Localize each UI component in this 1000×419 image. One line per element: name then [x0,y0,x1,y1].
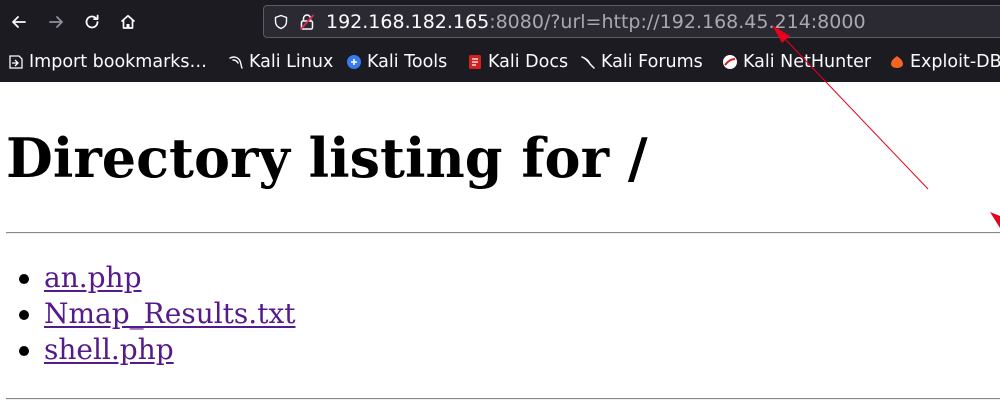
bookmark-kali-forums[interactable]: Kali Forums [580,51,703,73]
kali-dragon-icon [229,56,243,69]
browser-chrome: 192.168.182.165:8080/?url=http://192.168… [0,0,1000,82]
bookmark-kali-tools[interactable]: Kali Tools [346,51,447,73]
page-title: Directory listing for / [6,126,648,190]
back-button[interactable] [5,8,33,36]
bookmark-exploit-db[interactable]: Exploit-DB [889,51,1000,73]
file-link-shell-php[interactable]: shell.php [44,332,174,368]
page-content: Directory listing for / an.php Nmap_Resu… [0,82,1000,419]
bookmark-label: Exploit-DB [910,52,1000,72]
navigation-toolbar: 192.168.182.165:8080/?url=http://192.168… [0,0,1000,44]
arrow-left-icon [12,16,26,28]
home-icon [120,14,136,29]
bullet-icon [19,310,29,320]
bookmark-kali-docs[interactable]: Kali Docs [467,51,568,73]
kali-nethunter-icon [723,55,737,69]
shield-icon[interactable] [273,14,289,30]
bookmark-label: Kali Linux [249,52,334,72]
bullet-icon [19,274,29,284]
insecure-lock-icon[interactable] [299,13,315,31]
kali-tools-icon [347,55,361,69]
kali-forums-icon [581,56,595,69]
file-link-nmap-results[interactable]: Nmap_Results.txt [44,296,296,332]
bookmark-label: Kali NetHunter [743,52,872,72]
arrow-right-icon [49,16,63,28]
bookmark-kali-linux[interactable]: Kali Linux [228,51,333,73]
bottom-divider [6,398,1000,400]
url-host: 192.168.182.165 [326,11,490,33]
file-link-an-php[interactable]: an.php [44,260,142,296]
import-icon [9,55,23,69]
home-button[interactable] [114,8,142,36]
forward-button[interactable] [42,8,70,36]
reload-icon [85,14,99,29]
bookmark-import[interactable]: Import bookmarks… [8,51,207,73]
bookmark-label: Kali Tools [367,52,448,72]
bookmark-label: Kali Docs [488,52,569,72]
address-bar[interactable]: 192.168.182.165:8080/?url=http://192.168… [263,5,1000,38]
bookmark-kali-nethunter[interactable]: Kali NetHunter [722,51,871,73]
bookmarks-toolbar: Import bookmarks… Kali Linux Kali Tools … [0,44,1000,82]
bullet-icon [19,346,29,356]
kali-docs-icon [469,55,481,69]
url-path: :8080/?url=http://192.168.45.214:8000 [489,11,866,33]
url-text[interactable]: 192.168.182.165:8080/?url=http://192.168… [326,11,866,33]
reload-button[interactable] [78,8,106,36]
bookmark-label: Import bookmarks… [29,52,208,72]
top-divider [6,232,1000,234]
bookmark-label: Kali Forums [601,52,703,72]
exploit-db-icon [891,56,903,68]
